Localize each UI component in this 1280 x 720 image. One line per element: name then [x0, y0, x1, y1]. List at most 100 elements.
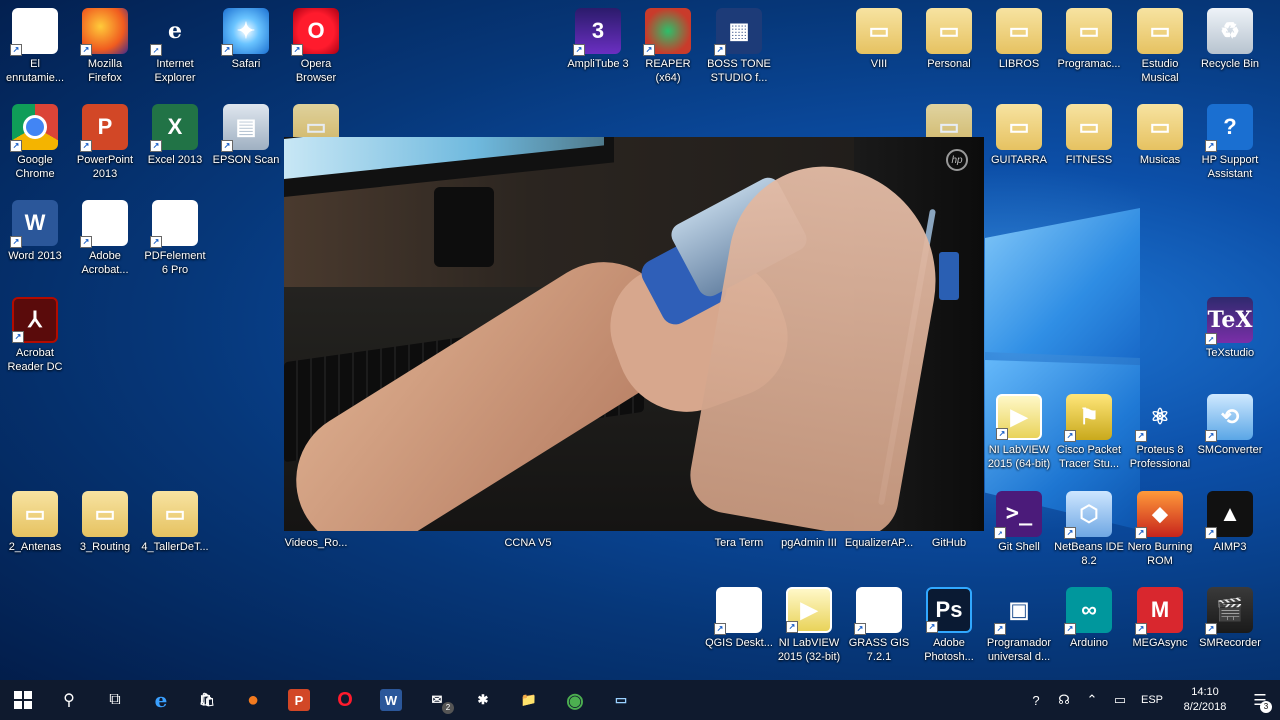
desktop-icon-smrecorder[interactable]: 🎬 ↗ SMRecorder — [1195, 585, 1265, 650]
taskbar: ⚲ ⧉ e 🛍 ● P O W ✉ 2 ✱ 📁 ◉ ▭ ? ☊ ⌃ ▭ ESP 1… — [0, 680, 1280, 720]
desktop-icon-epson-scan[interactable]: ▤ ↗ EPSON Scan — [211, 102, 281, 167]
taskbar-chrome[interactable]: ◉ — [552, 680, 598, 720]
taskbar-mail[interactable]: ✉ 2 — [414, 680, 460, 720]
taskbar-firefox[interactable]: ● — [230, 680, 276, 720]
folder-icon: ▭ — [926, 8, 972, 54]
desktop-icon-chrome[interactable]: ↗ Google Chrome — [0, 102, 70, 181]
desktop-icon-recycle-bin[interactable]: ♻ Recycle Bin — [1195, 6, 1265, 71]
smconverter-icon: ⟲ ↗ — [1205, 394, 1253, 442]
help-icon[interactable]: ? — [1022, 693, 1050, 708]
shortcut-arrow-icon: ↗ — [221, 140, 233, 152]
desktop-icon-firefox[interactable]: ↗ Mozilla Firefox — [70, 6, 140, 85]
desktop-icon-cisco-packet-tracer[interactable]: ⚑ ↗ Cisco Packet Tracer Stu... — [1054, 392, 1124, 471]
desktop-icon-labview-64[interactable]: ▶ ↗ NI LabVIEW 2015 (64-bit) — [984, 392, 1054, 471]
shortcut-arrow-icon: ↗ — [786, 621, 798, 633]
desktop-icon-label: Excel 2013 — [147, 154, 203, 166]
taskbar-opera[interactable]: O — [322, 680, 368, 720]
desktop-icon-pgadmin[interactable]: pgAdmin III — [774, 536, 844, 550]
desktop-icon-label: Opera Browser — [295, 58, 337, 84]
desktop-icon-amplitube[interactable]: 3 ↗ AmpliTube 3 — [563, 6, 633, 71]
desktop-icon-qgis[interactable]: Q ↗ QGIS Deskt... — [704, 585, 774, 650]
desktop-icon-git-shell[interactable]: >_ ↗ Git Shell — [984, 489, 1054, 554]
desktop-icon-folder-musicas[interactable]: ▭ Musicas — [1125, 102, 1195, 167]
acrobat-reader-icon: ⅄ ↗ — [12, 297, 58, 343]
shortcut-arrow-icon: ↗ — [714, 623, 726, 635]
desktop-icon-safari[interactable]: ✦ ↗ Safari — [211, 6, 281, 71]
desktop-icon-smconverter[interactable]: ⟲ ↗ SMConverter — [1195, 392, 1265, 457]
safari-compass-icon: ✦ ↗ — [221, 8, 269, 56]
desktop-icon-label: SMConverter — [1197, 444, 1263, 456]
taskbar-powerpoint[interactable]: P — [276, 680, 322, 720]
taskbar-file-explorer[interactable]: 📁 — [506, 680, 552, 720]
desktop-icon-reaper[interactable]: ↗ REAPER (x64) — [633, 6, 703, 85]
desktop-icon-labview-32[interactable]: ▶ ↗ NI LabVIEW 2015 (32-bit) — [774, 585, 844, 664]
desktop-icon-videos[interactable]: Videos_Ro... — [281, 536, 351, 550]
desktop-icon-label: Acrobat Reader DC — [7, 347, 63, 373]
desktop-icon-folder-routing[interactable]: ▭ 3_Routing — [70, 489, 140, 554]
language-indicator[interactable]: ESP — [1134, 694, 1170, 706]
video-overlay[interactable]: hp — [284, 137, 984, 531]
mail-count-badge: 2 — [442, 702, 454, 714]
desktop-icon-photoshop[interactable]: Ps ↗ Adobe Photosh... — [914, 585, 984, 664]
desktop-icon-equalizer[interactable]: EqualizerAP... — [844, 536, 914, 550]
shortcut-arrow-icon: ↗ — [80, 44, 92, 56]
desktop-icon-ccna[interactable]: CCNA V5 — [493, 536, 563, 550]
taskbar-edge[interactable]: e — [138, 680, 184, 720]
taskbar-word[interactable]: W — [368, 680, 414, 720]
desktop-icon-label: PDFelement 6 Pro — [144, 250, 206, 276]
desktop-icon-label: AIMP3 — [1213, 541, 1247, 553]
desktop-icon-netbeans[interactable]: ⬡ ↗ NetBeans IDE 8.2 — [1054, 489, 1124, 568]
desktop-icon-label: CCNA V5 — [504, 537, 552, 549]
desktop-icon-excel[interactable]: X ↗ Excel 2013 — [140, 102, 210, 167]
desktop-icon-powerpoint[interactable]: P ↗ PowerPoint 2013 — [70, 102, 140, 181]
desktop-icon-word[interactable]: W ↗ Word 2013 — [0, 198, 70, 263]
taskbar-app-window[interactable]: ▭ — [598, 680, 644, 720]
desktop-icon-label: GitHub — [931, 537, 967, 549]
firefox-icon: ↗ — [80, 8, 128, 56]
desktop-icon-folder-libros[interactable]: ▭ LIBROS — [984, 6, 1054, 71]
desktop-icon-proteus[interactable]: ⚛ ↗ Proteus 8 Professional — [1125, 392, 1195, 471]
desktop-icon-github[interactable]: GitHub — [914, 536, 984, 550]
desktop-icon-folder-estudio-musical[interactable]: ▭ Estudio Musical — [1125, 6, 1195, 85]
desktop-icon-opera[interactable]: O ↗ Opera Browser — [281, 6, 351, 85]
taskbar-network-app[interactable]: ✱ — [460, 680, 506, 720]
task-view-button[interactable]: ⧉ — [92, 680, 138, 720]
desktop-icon-folder-personal[interactable]: ▭ Personal — [914, 6, 984, 71]
desktop-icon-texstudio[interactable]: TeX ↗ TeXstudio — [1195, 295, 1265, 360]
desktop-icon-label: Safari — [231, 58, 261, 70]
desktop-icon-label: EPSON Scan — [212, 154, 280, 166]
shortcut-arrow-icon: ↗ — [1135, 623, 1147, 635]
chevron-up-icon[interactable]: ⌃ — [1078, 692, 1106, 708]
desktop-icon-folder-taller[interactable]: ▭ 4_TallerDeT... — [140, 489, 210, 554]
action-center-button[interactable]: ☰ 3 — [1240, 691, 1280, 713]
desktop-icon-folder-antenas[interactable]: ▭ 2_Antenas — [0, 489, 70, 554]
desktop-icon-label: NI LabVIEW 2015 (64-bit) — [987, 444, 1051, 470]
desktop-icon-boss-tone-studio[interactable]: ▦ ↗ BOSS TONE STUDIO f... — [704, 6, 774, 85]
desktop-icon-internet-explorer[interactable]: e ↗ Internet Explorer — [140, 6, 210, 85]
desktop-icon-arduino[interactable]: ∞ ↗ Arduino — [1054, 585, 1124, 650]
desktop-icon-folder-fitness[interactable]: ▭ FITNESS — [1054, 102, 1124, 167]
desktop-icon-tera-term[interactable]: Tera Term — [704, 536, 774, 550]
desktop-icon-pdfelement[interactable]: F ↗ PDFelement 6 Pro — [140, 198, 210, 277]
word-icon: W — [380, 689, 402, 711]
desktop-icon-adobe-acrobat[interactable]: ⅄ ↗ Adobe Acrobat... — [70, 198, 140, 277]
desktop-icon-folder-guitarra[interactable]: ▭ GUITARRA — [984, 102, 1054, 167]
desktop-icon-nero[interactable]: ⬥ ↗ Nero Burning ROM — [1125, 489, 1195, 568]
desktop-icon-aimp[interactable]: ▲ ↗ AIMP3 — [1195, 489, 1265, 554]
taskbar-store[interactable]: 🛍 — [184, 680, 230, 720]
desktop-icon-folder-programac[interactable]: ▭ Programac... — [1054, 6, 1124, 71]
desktop-icon-programador-universal[interactable]: ▣ ↗ Programador universal d... — [984, 585, 1054, 664]
desktop-icon-grass-gis[interactable]: ✧ ↗ GRASS GIS 7.2.1 — [844, 585, 914, 664]
start-button[interactable] — [0, 680, 46, 720]
desktop-icon-hp-support[interactable]: ? ↗ HP Support Assistant — [1195, 102, 1265, 181]
battery-icon[interactable]: ▭ — [1106, 692, 1134, 708]
clock[interactable]: 14:10 8/2/2018 — [1170, 685, 1240, 715]
search-button[interactable]: ⚲ — [46, 680, 92, 720]
desktop-icon-folder-viii[interactable]: ▭ VIII — [844, 6, 914, 71]
desktop-icon-megasync[interactable]: M ↗ MEGAsync — [1125, 585, 1195, 650]
desktop-icon-acrobat-reader-dc[interactable]: ⅄ ↗ Acrobat Reader DC — [0, 295, 70, 374]
desktop-icon-el-enrutamiento[interactable]: W ↗ El enrutamie... — [0, 6, 70, 85]
people-icon[interactable]: ☊ — [1050, 692, 1078, 708]
desktop-icon-label: Recycle Bin — [1200, 58, 1260, 70]
desktop-icon-label: NI LabVIEW 2015 (32-bit) — [777, 637, 841, 663]
